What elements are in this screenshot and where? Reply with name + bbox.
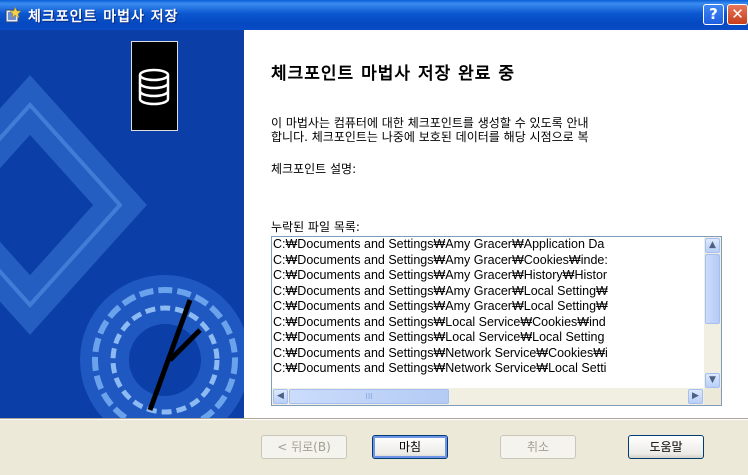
vertical-scrollbar[interactable]: ▲ ▼ bbox=[704, 237, 721, 389]
scroll-right-button[interactable]: ▶ bbox=[688, 389, 703, 404]
cancel-button[interactable]: 취소 bbox=[500, 435, 576, 459]
horizontal-scroll-thumb[interactable]: III bbox=[289, 389, 449, 404]
scroll-down-button[interactable]: ▼ bbox=[705, 373, 720, 388]
scroll-left-button[interactable]: ◀ bbox=[273, 389, 288, 404]
list-item[interactable]: C:₩Documents and Settings₩Amy Gracer₩Loc… bbox=[272, 299, 702, 315]
file-list-items: C:₩Documents and Settings₩Amy Gracer₩App… bbox=[272, 237, 702, 387]
wizard-icon bbox=[5, 7, 21, 23]
list-item[interactable]: C:₩Documents and Settings₩Amy Gracer₩His… bbox=[272, 268, 702, 284]
list-item[interactable]: C:₩Documents and Settings₩Network Servic… bbox=[272, 361, 702, 377]
help-button[interactable]: 도움말 bbox=[628, 435, 704, 459]
wizard-sidebar bbox=[0, 30, 244, 418]
list-item[interactable]: C:₩Documents and Settings₩Amy Gracer₩Coo… bbox=[272, 253, 702, 269]
scrollbar-corner bbox=[704, 388, 721, 405]
help-title-button[interactable]: ? bbox=[703, 4, 724, 25]
footer-divider bbox=[0, 418, 748, 420]
database-stack-icon bbox=[131, 41, 178, 131]
wizard-description: 이 마법사는 컴퓨터에 대한 체크포인트를 생성할 수 있도록 안내 합니다. … bbox=[271, 116, 589, 144]
list-item[interactable]: C:₩Documents and Settings₩Local Service₩… bbox=[272, 315, 702, 331]
list-item[interactable]: C:₩Documents and Settings₩Amy Gracer₩App… bbox=[272, 237, 702, 253]
horizontal-scrollbar[interactable]: ◀ III ▶ bbox=[272, 388, 704, 405]
missing-files-list[interactable]: C:₩Documents and Settings₩Amy Gracer₩App… bbox=[271, 236, 722, 406]
back-button[interactable]: < 뒤로(B) bbox=[261, 435, 347, 459]
checkpoint-description-label: 체크포인트 설명: bbox=[271, 162, 357, 176]
sidebar-graphic bbox=[0, 75, 244, 418]
window-title: 체크포인트 마법사 저장 bbox=[28, 9, 179, 25]
page-title: 체크포인트 마법사 저장 완료 중 bbox=[271, 64, 515, 84]
vertical-scroll-thumb[interactable] bbox=[705, 254, 720, 324]
list-item[interactable]: C:₩Documents and Settings₩Network Servic… bbox=[272, 346, 702, 362]
list-item[interactable]: C:₩Documents and Settings₩Local Service₩… bbox=[272, 330, 702, 346]
list-item[interactable]: C:₩Documents and Settings₩Amy Gracer₩Loc… bbox=[272, 284, 702, 300]
finish-button[interactable]: 마침 bbox=[372, 435, 448, 459]
wizard-content: 체크포인트 마법사 저장 완료 중 이 마법사는 컴퓨터에 대한 체크포인트를 … bbox=[244, 30, 748, 418]
missing-files-label: 누락된 파일 목록: bbox=[271, 220, 360, 234]
scroll-up-button[interactable]: ▲ bbox=[705, 238, 720, 253]
title-bar: 체크포인트 마법사 저장 ? ✕ bbox=[0, 0, 748, 30]
close-button[interactable]: ✕ bbox=[727, 4, 748, 25]
